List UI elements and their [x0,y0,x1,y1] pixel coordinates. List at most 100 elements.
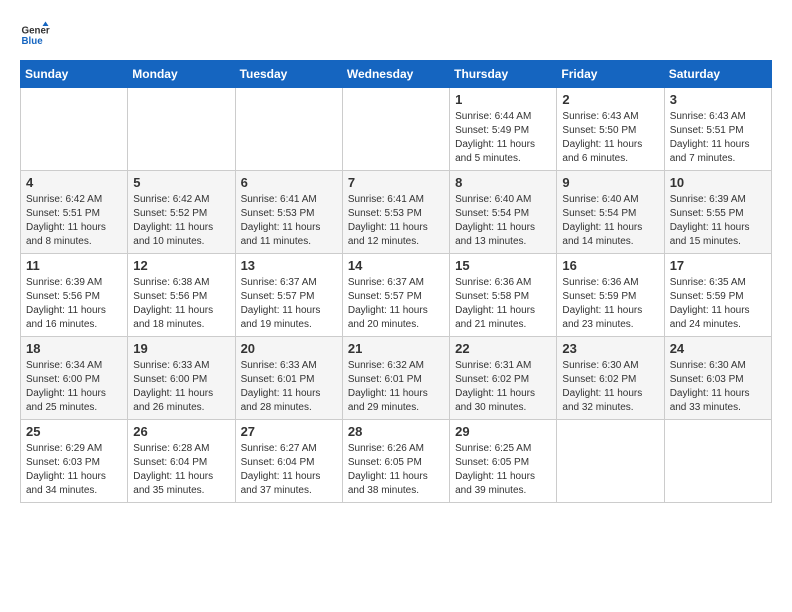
weekday-header: Thursday [450,61,557,88]
calendar-cell: 14Sunrise: 6:37 AM Sunset: 5:57 PM Dayli… [342,254,449,337]
day-info: Sunrise: 6:41 AM Sunset: 5:53 PM Dayligh… [241,193,337,249]
day-info: Sunrise: 6:44 AM Sunset: 5:49 PM Dayligh… [455,110,551,166]
weekday-header: Saturday [664,61,771,88]
day-info: Sunrise: 6:37 AM Sunset: 5:57 PM Dayligh… [348,276,444,332]
calendar-cell [664,420,771,503]
day-number: 9 [562,175,658,190]
day-info: Sunrise: 6:32 AM Sunset: 6:01 PM Dayligh… [348,359,444,415]
calendar-cell [342,88,449,171]
calendar-cell: 12 Sunrise: 6:38 AM Sunset: 5:56 PM Dayli… [128,254,235,337]
day-info: Sunrise: 6:26 AM Sunset: 6:05 PM Dayligh… [348,442,444,498]
day-number: 25 [26,424,122,439]
calendar-cell: 15 Sunrise: 6:36 AM Sunset: 5:58 PM Dayli… [450,254,557,337]
day-info: Sunrise: 6:40 AM Sunset: 5:54 PM Dayligh… [562,193,658,249]
page-header: General Blue [20,20,772,50]
calendar-cell: 10 Sunrise: 6:39 AM Sunset: 5:55 PM Dayli… [664,171,771,254]
calendar-week-row: 18 Sunrise: 6:34 AM Sunset: 6:00 PM Dayli… [21,337,772,420]
calendar-cell: 7 Sunrise: 6:41 AM Sunset: 5:53 PM Daylig… [342,171,449,254]
day-number: 6 [241,175,337,190]
day-info: Sunrise: 6:27 AM Sunset: 6:04 PM Dayligh… [241,442,337,498]
day-info: Sunrise: 6:30 AM Sunset: 6:03 PM Dayligh… [670,359,766,415]
weekday-header-row: SundayMondayTuesdayWednesdayThursdayFrid… [21,61,772,88]
day-number: 8 [455,175,551,190]
calendar-cell: 9 Sunrise: 6:40 AM Sunset: 5:54 PM Daylig… [557,171,664,254]
calendar-week-row: 4Sunrise: 6:42 AM Sunset: 5:51 PM Daylig… [21,171,772,254]
day-number: 10 [670,175,766,190]
logo: General Blue [20,20,50,50]
day-info: Sunrise: 6:39 AM Sunset: 5:56 PM Dayligh… [26,276,122,332]
day-number: 1 [455,92,551,107]
calendar-cell [557,420,664,503]
weekday-header: Friday [557,61,664,88]
day-number: 18 [26,341,122,356]
svg-text:Blue: Blue [22,36,44,47]
calendar-cell: 3 Sunrise: 6:43 AM Sunset: 5:51 PM Daylig… [664,88,771,171]
day-number: 21 [348,341,444,356]
weekday-header: Sunday [21,61,128,88]
day-info: Sunrise: 6:29 AM Sunset: 6:03 PM Dayligh… [26,442,122,498]
day-number: 29 [455,424,551,439]
calendar-table: SundayMondayTuesdayWednesdayThursdayFrid… [20,60,772,503]
calendar-cell: 13Sunrise: 6:37 AM Sunset: 5:57 PM Dayli… [235,254,342,337]
day-info: Sunrise: 6:39 AM Sunset: 5:55 PM Dayligh… [670,193,766,249]
calendar-week-row: 11 Sunrise: 6:39 AM Sunset: 5:56 PM Dayli… [21,254,772,337]
day-number: 26 [133,424,229,439]
day-info: Sunrise: 6:43 AM Sunset: 5:50 PM Dayligh… [562,110,658,166]
weekday-header: Wednesday [342,61,449,88]
calendar-cell: 26 Sunrise: 6:28 AM Sunset: 6:04 PM Dayli… [128,420,235,503]
day-number: 23 [562,341,658,356]
calendar-cell: 2 Sunrise: 6:43 AM Sunset: 5:50 PM Daylig… [557,88,664,171]
calendar-cell: 19 Sunrise: 6:33 AM Sunset: 6:00 PM Dayli… [128,337,235,420]
calendar-cell: 8 Sunrise: 6:40 AM Sunset: 5:54 PM Daylig… [450,171,557,254]
day-number: 17 [670,258,766,273]
day-number: 20 [241,341,337,356]
day-number: 2 [562,92,658,107]
calendar-week-row: 25 Sunrise: 6:29 AM Sunset: 6:03 PM Dayli… [21,420,772,503]
day-info: Sunrise: 6:36 AM Sunset: 5:59 PM Dayligh… [562,276,658,332]
day-info: Sunrise: 6:34 AM Sunset: 6:00 PM Dayligh… [26,359,122,415]
calendar-cell: 22 Sunrise: 6:31 AM Sunset: 6:02 PM Dayli… [450,337,557,420]
calendar-cell: 28 Sunrise: 6:26 AM Sunset: 6:05 PM Dayli… [342,420,449,503]
day-info: Sunrise: 6:42 AM Sunset: 5:52 PM Dayligh… [133,193,229,249]
day-number: 13 [241,258,337,273]
day-info: Sunrise: 6:43 AM Sunset: 5:51 PM Dayligh… [670,110,766,166]
day-number: 24 [670,341,766,356]
day-info: Sunrise: 6:41 AM Sunset: 5:53 PM Dayligh… [348,193,444,249]
day-number: 5 [133,175,229,190]
calendar-cell: 18 Sunrise: 6:34 AM Sunset: 6:00 PM Dayli… [21,337,128,420]
day-info: Sunrise: 6:42 AM Sunset: 5:51 PM Dayligh… [26,193,122,249]
day-info: Sunrise: 6:33 AM Sunset: 6:00 PM Dayligh… [133,359,229,415]
day-number: 11 [26,258,122,273]
calendar-cell: 20 Sunrise: 6:33 AM Sunset: 6:01 PM Dayli… [235,337,342,420]
calendar-cell: 24 Sunrise: 6:30 AM Sunset: 6:03 PM Dayli… [664,337,771,420]
calendar-cell: 4Sunrise: 6:42 AM Sunset: 5:51 PM Daylig… [21,171,128,254]
calendar-cell: 1 Sunrise: 6:44 AM Sunset: 5:49 PM Daylig… [450,88,557,171]
day-info: Sunrise: 6:38 AM Sunset: 5:56 PM Dayligh… [133,276,229,332]
day-number: 3 [670,92,766,107]
day-number: 22 [455,341,551,356]
day-info: Sunrise: 6:35 AM Sunset: 5:59 PM Dayligh… [670,276,766,332]
day-info: Sunrise: 6:31 AM Sunset: 6:02 PM Dayligh… [455,359,551,415]
day-info: Sunrise: 6:36 AM Sunset: 5:58 PM Dayligh… [455,276,551,332]
calendar-cell [21,88,128,171]
day-number: 7 [348,175,444,190]
day-info: Sunrise: 6:30 AM Sunset: 6:02 PM Dayligh… [562,359,658,415]
day-number: 19 [133,341,229,356]
calendar-cell: 23 Sunrise: 6:30 AM Sunset: 6:02 PM Dayli… [557,337,664,420]
day-info: Sunrise: 6:33 AM Sunset: 6:01 PM Dayligh… [241,359,337,415]
calendar-cell: 27Sunrise: 6:27 AM Sunset: 6:04 PM Dayli… [235,420,342,503]
day-number: 12 [133,258,229,273]
weekday-header: Tuesday [235,61,342,88]
calendar-cell: 29 Sunrise: 6:25 AM Sunset: 6:05 PM Dayli… [450,420,557,503]
day-info: Sunrise: 6:40 AM Sunset: 5:54 PM Dayligh… [455,193,551,249]
day-number: 15 [455,258,551,273]
day-info: Sunrise: 6:28 AM Sunset: 6:04 PM Dayligh… [133,442,229,498]
calendar-week-row: 1 Sunrise: 6:44 AM Sunset: 5:49 PM Daylig… [21,88,772,171]
day-number: 28 [348,424,444,439]
calendar-cell: 6 Sunrise: 6:41 AM Sunset: 5:53 PM Daylig… [235,171,342,254]
weekday-header: Monday [128,61,235,88]
calendar-cell: 25 Sunrise: 6:29 AM Sunset: 6:03 PM Dayli… [21,420,128,503]
day-info: Sunrise: 6:25 AM Sunset: 6:05 PM Dayligh… [455,442,551,498]
calendar-cell: 17 Sunrise: 6:35 AM Sunset: 5:59 PM Dayli… [664,254,771,337]
calendar-cell: 16Sunrise: 6:36 AM Sunset: 5:59 PM Dayli… [557,254,664,337]
